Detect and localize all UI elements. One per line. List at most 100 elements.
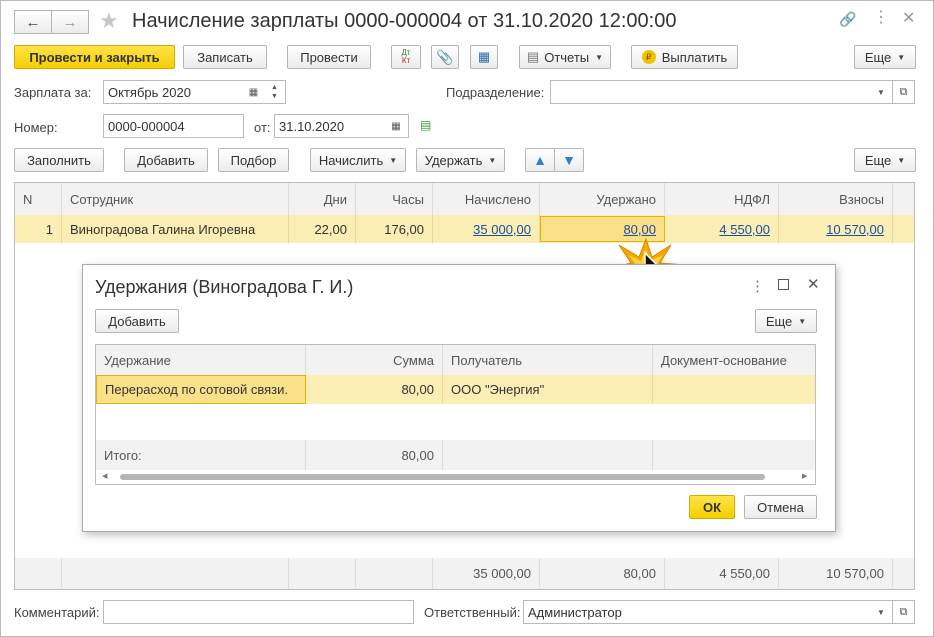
dialog-column-header-basis[interactable]: Документ-основание [653,345,815,375]
cell-recipient[interactable]: ООО "Энергия" [443,375,653,404]
dt-kt-button[interactable]: Дт Кт [391,45,421,69]
maximize-icon[interactable] [778,279,789,290]
withheld-link[interactable]: 80,00 [623,222,656,237]
more-label: Еще [864,49,892,65]
total-ndfl: 4 550,00 [665,558,779,589]
responsible-label: Ответственный: [424,605,521,620]
post-and-close-button[interactable]: Провести и закрыть [14,45,175,69]
chevron-down-icon: ▼ [595,52,604,62]
cell-n: 1 [15,215,62,243]
dialog-total-label: Итого: [96,440,306,470]
history-icon[interactable]: ▤ [420,118,431,132]
table-more-button[interactable]: Еще ▼ [854,148,916,172]
dialog-column-header-recipient[interactable]: Получатель [443,345,653,375]
cell-basis[interactable] [653,375,815,404]
column-header-days[interactable]: Дни [289,183,356,215]
column-header-employee[interactable]: Сотрудник [62,183,289,215]
column-header-accrued[interactable]: Начислено [433,183,540,215]
scrollbar-thumb[interactable] [120,474,765,480]
window-title: Начисление зарплаты 0000-000004 от 31.10… [132,10,677,32]
department-field[interactable] [550,80,871,104]
select-button[interactable]: Подбор [218,148,289,172]
ok-button[interactable]: ОК [689,495,735,519]
column-header-hours[interactable]: Часы [356,183,433,215]
move-down-button[interactable]: ▼ [554,148,584,172]
dialog-more-button[interactable]: Еще ▼ [755,309,817,333]
cell-days[interactable]: 22,00 [289,215,356,243]
paperclip-icon: 📎 [436,48,454,65]
back-button[interactable]: ← [14,10,52,34]
star-icon[interactable]: ★ [99,8,119,34]
fill-button[interactable]: Заполнить [14,148,104,172]
more-button[interactable]: Еще ▼ [854,45,916,69]
cell-amount[interactable]: 80,00 [306,375,443,404]
responsible-dropdown-button[interactable]: ▼ [870,600,893,624]
dialog-column-header-amount[interactable]: Сумма [306,345,443,375]
dialog-kebab-icon[interactable]: ⋮ [750,277,765,295]
close-icon[interactable]: ✕ [902,8,915,28]
column-header-n[interactable]: N [15,183,62,215]
contributions-link[interactable]: 10 570,00 [826,222,884,237]
open-icon: ⧉ [899,85,908,98]
cell-deduction[interactable]: Перерасход по сотовой связи. [96,375,306,404]
accrue-button[interactable]: Начислить ▼ [310,148,406,172]
save-button[interactable]: Записать [183,45,267,69]
structure-button[interactable]: ▦ [470,45,498,69]
total-cell-hours [356,558,433,589]
salary-for-label: Зарплата за: [14,85,92,100]
department-dropdown-button[interactable]: ▼ [870,80,893,104]
calendar-icon: ▦ [248,86,259,98]
pay-label: Выплатить [661,49,728,65]
ndfl-link[interactable]: 4 550,00 [719,222,770,237]
department-open-button[interactable]: ⧉ [892,80,915,104]
pay-button[interactable]: ₽ Выплатить [631,45,738,69]
cell-hours[interactable]: 176,00 [356,215,433,243]
number-field[interactable]: 0000-000004 [103,114,244,138]
calendar-button[interactable]: ▦ [243,80,265,104]
forward-button[interactable]: → [51,10,89,34]
chevron-down-icon: ▼ [798,316,807,326]
withhold-button[interactable]: Удержать ▼ [416,148,505,172]
add-button[interactable]: Добавить [124,148,208,172]
date-label: от: [254,120,271,135]
calendar-icon: ▦ [391,120,401,132]
month-stepper[interactable]: ▲ ▼ [264,80,286,104]
link-icon[interactable]: 🔗 [839,11,856,28]
scroll-left-icon[interactable]: ◀ [102,472,107,480]
date-field[interactable]: 31.10.2020 [274,114,385,138]
move-up-button[interactable]: ▲ [525,148,555,172]
post-button[interactable]: Провести [287,45,371,69]
column-header-filler [893,183,914,215]
deductions-dialog[interactable]: Удержания (Виноградова Г. И.) ⋮ ✕ Добави… [82,264,836,532]
dialog-total-amount: 80,00 [306,440,443,470]
responsible-field[interactable]: Администратор [523,600,871,624]
attach-button[interactable]: 📎 [431,45,459,69]
arrow-up-icon: ▲ [533,152,547,168]
dialog-column-header-deduction[interactable]: Удержание [96,345,306,375]
responsible-open-button[interactable]: ⧉ [892,600,915,624]
total-contributions: 10 570,00 [779,558,893,589]
accrued-link[interactable]: 35 000,00 [473,222,531,237]
cell-employee[interactable]: Виноградова Галина Игоревна [62,215,289,243]
document-window: ← → ★ Начисление зарплаты 0000-000004 от… [0,0,934,637]
column-header-ndfl[interactable]: НДФЛ [665,183,779,215]
cell-contributions-link[interactable]: 10 570,00 [779,215,893,243]
total-cell-n [15,558,62,589]
column-header-withheld[interactable]: Удержано [540,183,665,215]
dialog-close-icon[interactable]: ✕ [807,275,820,293]
salary-for-field[interactable]: Октябрь 2020 [103,80,244,104]
dialog-add-button[interactable]: Добавить [95,309,179,333]
reports-button[interactable]: ▤ Отчеты ▼ [519,45,611,69]
kebab-menu-icon[interactable]: ⋮ [873,7,889,27]
comment-field[interactable] [103,600,414,624]
comment-label: Комментарий: [14,605,100,620]
accrue-label: Начислить [318,152,384,168]
scroll-right-icon[interactable]: ▶ [802,472,807,480]
arrow-right-icon: → [62,13,78,31]
date-calendar-button[interactable]: ▦ [384,114,409,138]
kt-icon-label: Кт [401,56,411,65]
cell-accrued-link[interactable]: 35 000,00 [433,215,540,243]
column-header-contributions[interactable]: Взносы [779,183,893,215]
horizontal-scrollbar[interactable]: ◀ ▶ [96,470,815,484]
cancel-button[interactable]: Отмена [744,495,817,519]
